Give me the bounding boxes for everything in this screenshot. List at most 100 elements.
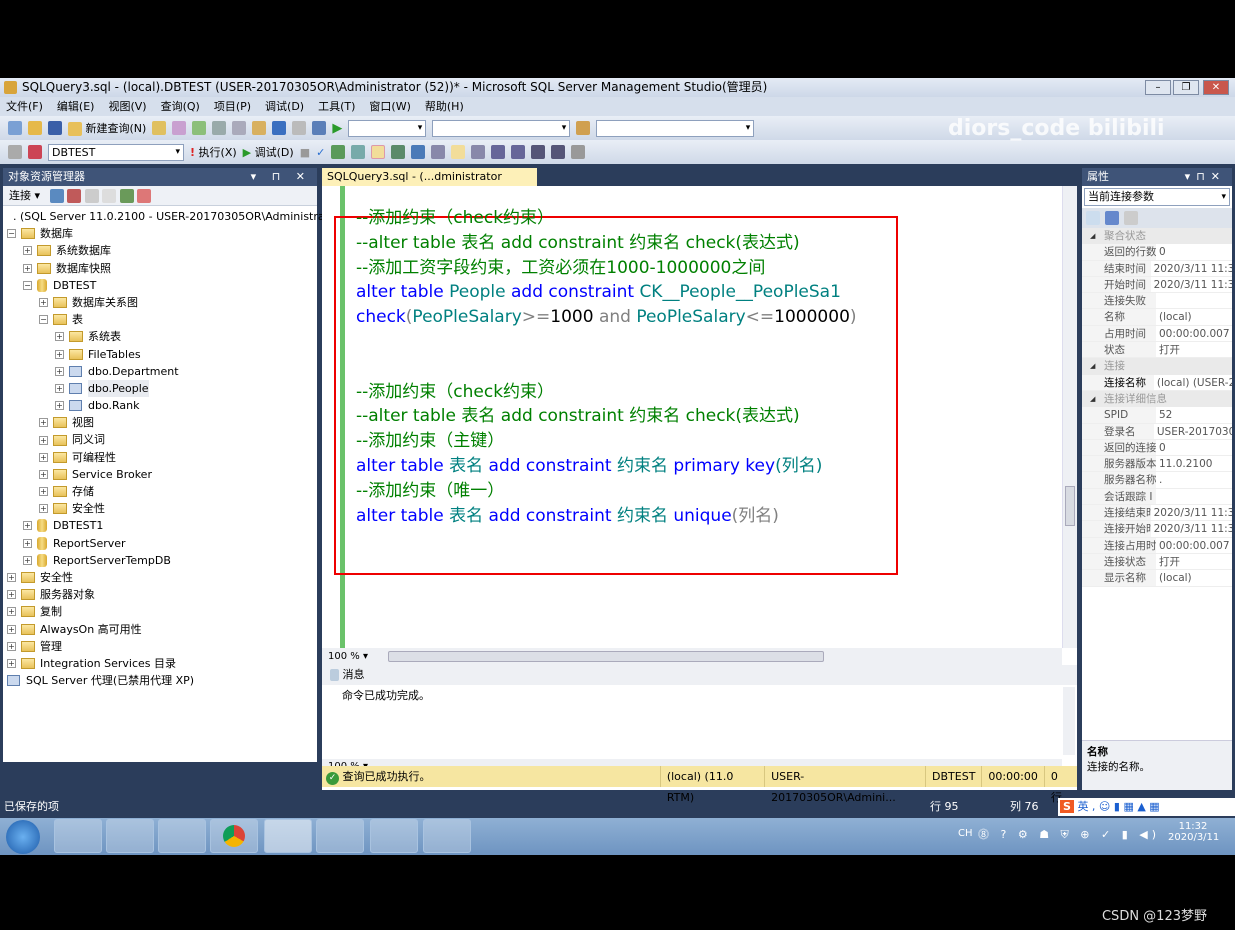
- collapse-icon[interactable]: −: [7, 229, 16, 239]
- expand-icon[interactable]: +: [55, 401, 64, 411]
- menu-item[interactable]: 调试(D): [265, 100, 304, 113]
- undo-icon[interactable]: [272, 121, 287, 135]
- tree-item[interactable]: + 管理: [3, 638, 317, 655]
- close-button[interactable]: ✕: [1203, 80, 1229, 95]
- expand-icon[interactable]: +: [7, 658, 16, 668]
- tree-item[interactable]: + 可编程性: [3, 449, 317, 466]
- tree-item[interactable]: + Service Broker: [3, 466, 317, 483]
- expand-icon[interactable]: +: [7, 590, 16, 600]
- property-row[interactable]: 显示名称 (local): [1082, 570, 1232, 587]
- expand-icon[interactable]: +: [7, 641, 16, 651]
- parse-icon[interactable]: ✓: [316, 146, 325, 159]
- property-category[interactable]: 连接: [1082, 358, 1232, 375]
- analysis-query-icon[interactable]: [172, 121, 187, 135]
- tree-item[interactable]: + 数据库关系图: [3, 294, 317, 311]
- taskbar-calculator[interactable]: [158, 819, 206, 853]
- property-row[interactable]: 连接结束时2020/3/11 11:32: [1082, 505, 1232, 522]
- expand-icon[interactable]: +: [39, 418, 48, 428]
- tree-item[interactable]: + ReportServer: [3, 535, 317, 552]
- tray-icons[interactable]: ⓼ ? ⚙ ☗ ⛨ ⊕ ✓ ▮ ◀): [978, 826, 1160, 842]
- ime-language[interactable]: 英: [1077, 800, 1088, 813]
- tree-item[interactable]: + ReportServerTempDB: [3, 552, 317, 569]
- find-input[interactable]: [596, 119, 755, 137]
- paste-icon[interactable]: [252, 121, 267, 135]
- open-file-icon[interactable]: [28, 121, 42, 135]
- property-row[interactable]: 服务器名称.: [1082, 472, 1232, 489]
- tree-item[interactable]: + 存储: [3, 483, 317, 500]
- refresh-icon[interactable]: [119, 189, 134, 203]
- decrease-indent-icon[interactable]: [531, 145, 546, 159]
- connect-dropdown[interactable]: 连接: [9, 189, 31, 202]
- menu-item[interactable]: 视图(V): [108, 100, 146, 113]
- property-row[interactable]: 占用时间 00:00:00.007: [1082, 325, 1232, 343]
- property-category[interactable]: 聚合状态: [1082, 228, 1232, 245]
- tree-item[interactable]: + 系统表: [3, 328, 317, 345]
- tree-item[interactable]: + 同义词: [3, 431, 317, 448]
- tree-item[interactable]: + FileTables: [3, 346, 317, 363]
- comment-icon[interactable]: [491, 145, 506, 159]
- expand-icon[interactable]: +: [39, 487, 48, 497]
- tree-item[interactable]: − 数据库: [3, 225, 317, 242]
- property-row[interactable]: 开始时间2020/3/11 11:32: [1082, 276, 1232, 294]
- estimated-plan-icon[interactable]: [331, 145, 346, 159]
- taskbar-app-2[interactable]: [106, 819, 154, 853]
- cancel-query-icon[interactable]: ■: [300, 146, 310, 159]
- start-button[interactable]: [6, 820, 40, 854]
- categorized-icon[interactable]: [1086, 211, 1100, 225]
- editor-zoom-dropdown[interactable]: 100 %: [328, 651, 360, 662]
- menu-item[interactable]: 窗口(W): [369, 100, 410, 113]
- delete-icon[interactable]: [137, 189, 152, 203]
- stop-icon[interactable]: [84, 189, 99, 203]
- filter-icon[interactable]: [102, 189, 117, 203]
- expand-icon[interactable]: +: [7, 607, 16, 617]
- menu-item[interactable]: 查询(Q): [161, 100, 200, 113]
- execute-button[interactable]: ! 执行(X): [190, 144, 237, 160]
- property-row[interactable]: 会话跟踪 I: [1082, 488, 1232, 506]
- expand-icon[interactable]: +: [39, 298, 48, 308]
- query-designer-icon[interactable]: [351, 145, 366, 159]
- tree-item[interactable]: + 复制: [3, 603, 317, 620]
- database-dropdown[interactable]: DBTEST: [48, 143, 184, 161]
- tree-item[interactable]: + DBTEST1: [3, 517, 317, 534]
- expand-icon[interactable]: +: [23, 521, 32, 531]
- maximize-button[interactable]: ❐: [1173, 80, 1199, 95]
- connect-icon[interactable]: [8, 145, 22, 159]
- client-stats-icon[interactable]: [411, 145, 426, 159]
- property-row[interactable]: 返回的行数 0: [1082, 244, 1232, 261]
- expand-icon[interactable]: +: [55, 383, 64, 393]
- connect-object-icon[interactable]: [49, 189, 64, 203]
- cut-icon[interactable]: [212, 121, 227, 135]
- uncomment-icon[interactable]: [511, 145, 526, 159]
- tree-item[interactable]: + Integration Services 目录: [3, 655, 317, 672]
- property-row[interactable]: 状态 打开: [1082, 342, 1232, 359]
- tree-item[interactable]: + 安全性: [3, 569, 317, 586]
- tab-messages[interactable]: 消息: [322, 665, 1077, 685]
- tree-item[interactable]: − DBTEST: [3, 277, 317, 294]
- expand-icon[interactable]: +: [7, 573, 16, 583]
- new-project-icon[interactable]: [8, 121, 22, 135]
- menu-item[interactable]: 项目(P): [214, 100, 251, 113]
- tree-item[interactable]: . (SQL Server 11.0.2100 - USER-20170305O…: [3, 208, 345, 225]
- property-category[interactable]: 连接详细信息: [1082, 390, 1232, 408]
- tree-item[interactable]: + 系统数据库: [3, 242, 317, 259]
- platform-dropdown[interactable]: [432, 119, 571, 137]
- tree-item[interactable]: + dbo.People: [3, 379, 317, 398]
- messages-scrollbar[interactable]: [1063, 687, 1075, 755]
- taskbar-chrome[interactable]: [210, 819, 258, 853]
- tree-item[interactable]: + 服务器对象: [3, 586, 317, 603]
- tree-item[interactable]: + dbo.Rank: [3, 397, 317, 414]
- tab-sqlquery3[interactable]: SQLQuery3.sql - (...dministrator (52))* …: [322, 168, 537, 201]
- new-query-button[interactable]: 新建查询(N): [68, 120, 146, 136]
- property-pages-icon[interactable]: [1124, 211, 1138, 225]
- tree-item[interactable]: + AlwaysOn 高可用性: [3, 621, 317, 638]
- properties-object-dropdown[interactable]: 当前连接参数: [1084, 188, 1230, 206]
- ime-toolbar[interactable]: S 英 , ☺ ▮ ▦ ▲ ▦: [1058, 798, 1235, 816]
- clock[interactable]: 11:32 2020/3/11: [1168, 821, 1219, 843]
- property-row[interactable]: 连接开始时2020/3/11 11:32: [1082, 521, 1232, 538]
- increase-indent-icon[interactable]: [551, 145, 566, 159]
- tree-item[interactable]: − 表: [3, 311, 317, 328]
- expand-icon[interactable]: +: [39, 435, 48, 445]
- property-row[interactable]: 服务器版本 11.0.2100: [1082, 456, 1232, 473]
- expand-icon[interactable]: +: [23, 263, 32, 273]
- db-engine-query-icon[interactable]: [152, 121, 167, 135]
